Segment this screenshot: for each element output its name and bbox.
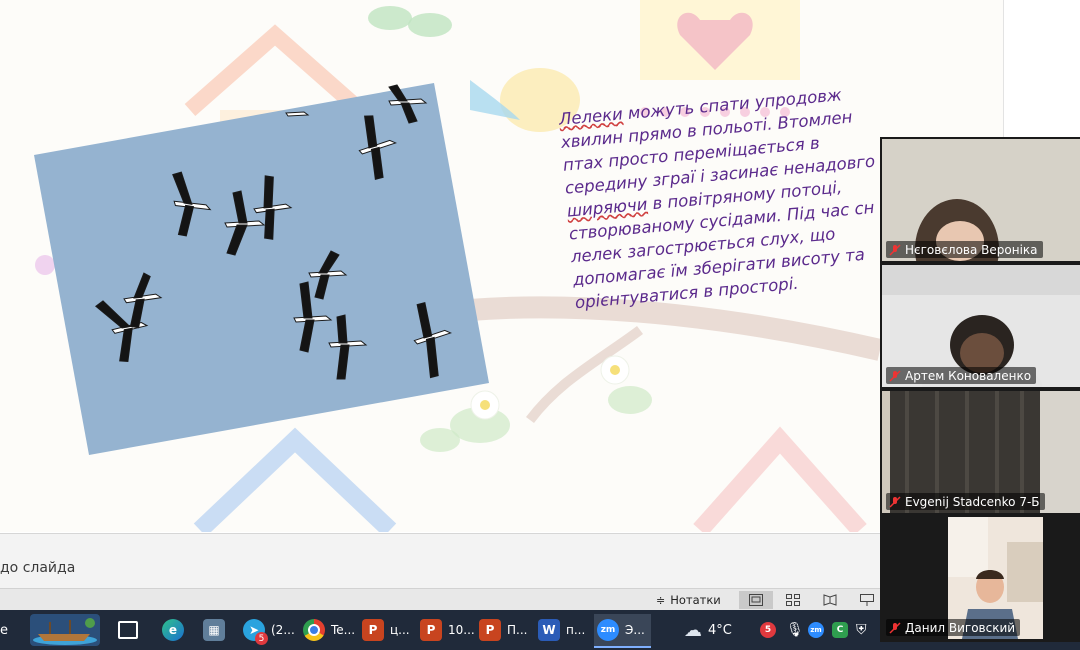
normal-view-button[interactable] xyxy=(739,591,773,609)
tray-app-icon: 5 xyxy=(760,622,776,638)
participant-name: Данил Виговский xyxy=(905,620,1016,635)
slide-sorter-button[interactable] xyxy=(776,591,810,609)
participant-tile[interactable]: Артем Коноваленко xyxy=(882,265,1080,387)
chrome-icon xyxy=(303,619,325,641)
task-view-icon xyxy=(118,621,138,639)
participant-name: Evgenij Stadcenko 7-Б xyxy=(905,494,1040,509)
taskbar-app-zoom[interactable]: zm Э... xyxy=(594,614,651,648)
camtasia-tray-button[interactable]: C xyxy=(832,614,848,646)
taskbar-app-word[interactable]: W п... xyxy=(538,614,585,646)
participant-tile[interactable]: Evgenij Stadcenko 7-Б xyxy=(882,391,1080,513)
boat-island-icon xyxy=(30,614,100,646)
participant-name-tag: Артем Коноваленко xyxy=(886,367,1037,384)
notes-icon: ≑ xyxy=(656,593,666,607)
search-box-edge[interactable]: e xyxy=(0,614,8,646)
green-app-icon: C xyxy=(832,622,848,638)
calculator-button[interactable]: ▦ xyxy=(203,614,225,646)
powerpoint-icon: P xyxy=(362,619,384,641)
telegram-badge: 5 xyxy=(255,632,268,645)
participant-name-tag: Evgenij Stadcenko 7-Б xyxy=(886,493,1045,510)
mic-muted-icon xyxy=(889,495,901,508)
microphone-tray-button[interactable]: 🎙 xyxy=(786,614,804,646)
notes-toggle-button[interactable]: ≑ Нотатки xyxy=(656,591,721,609)
notes-toggle-label: Нотатки xyxy=(670,593,721,607)
notes-placeholder: до слайда xyxy=(0,560,76,576)
mic-muted-icon xyxy=(889,369,901,382)
search-box-text: e xyxy=(0,622,8,638)
powerpoint-3-label: П... xyxy=(507,623,528,637)
participant-name-tag: Данил Виговский xyxy=(886,619,1021,636)
participant-tile[interactable]: Нєговєлова Вероніка xyxy=(882,139,1080,261)
taskbar-app-chrome[interactable]: Te... xyxy=(303,614,355,646)
edge-icon: e xyxy=(162,619,184,641)
powerpoint-icon: P xyxy=(479,619,501,641)
zoom-tray-button[interactable]: zm xyxy=(808,614,824,646)
chrome-label: Te... xyxy=(331,623,356,637)
cloud-icon: ☁ xyxy=(684,619,702,641)
zoom-video-panel: Нєговєлова Вероніка Артем Коноваленко Ev… xyxy=(880,137,1080,642)
taskbar-app-powerpoint-2[interactable]: P 10... xyxy=(420,614,475,646)
weather-temperature: 4°C xyxy=(708,622,732,638)
word-icon: W xyxy=(538,619,560,641)
participant-name-tag: Нєговєлова Вероніка xyxy=(886,241,1043,258)
mic-muted-icon xyxy=(889,243,901,256)
word-label: п... xyxy=(566,623,586,637)
slideshow-button[interactable] xyxy=(850,591,884,609)
taskbar-app-telegram[interactable]: ➤ 5 (2... xyxy=(243,614,295,646)
reading-view-button[interactable] xyxy=(813,591,847,609)
powerpoint-icon: P xyxy=(420,619,442,641)
task-view-button[interactable] xyxy=(118,614,138,646)
search-highlight-image[interactable] xyxy=(30,614,100,646)
participant-tile[interactable]: Данил Виговский xyxy=(882,517,1080,639)
storks-photo xyxy=(34,83,489,455)
tray-app-button[interactable]: 5 xyxy=(760,614,776,646)
zoom-label: Э... xyxy=(625,623,645,637)
zoom-icon: zm xyxy=(597,619,619,641)
taskbar-app-powerpoint-1[interactable]: P ц... xyxy=(362,614,410,646)
participant-name: Нєговєлова Вероніка xyxy=(905,242,1038,257)
telegram-label: (2... xyxy=(271,623,295,637)
participant-name: Артем Коноваленко xyxy=(905,368,1032,383)
shield-icon: ⛨ xyxy=(856,622,867,638)
powerpoint-2-label: 10... xyxy=(448,623,475,637)
reading-view-icon xyxy=(823,594,837,606)
edge-button[interactable]: e xyxy=(162,614,184,646)
security-tray-button[interactable]: ⛨ xyxy=(856,614,867,646)
mic-muted-icon xyxy=(889,621,901,634)
slide-sorter-icon xyxy=(786,594,800,606)
slide-canvas: Лелеки можуть спати упродовж хвилин прямо… xyxy=(0,0,1003,532)
weather-widget[interactable]: ☁ 4°C xyxy=(684,614,732,646)
slideshow-icon xyxy=(860,594,874,606)
zoom-tray-icon: zm xyxy=(808,622,824,638)
calculator-icon: ▦ xyxy=(203,619,225,641)
normal-view-icon xyxy=(749,594,763,606)
taskbar-app-powerpoint-3[interactable]: P П... xyxy=(479,614,527,646)
powerpoint-1-label: ц... xyxy=(390,623,410,637)
microphone-icon: 🎙 xyxy=(786,622,804,638)
